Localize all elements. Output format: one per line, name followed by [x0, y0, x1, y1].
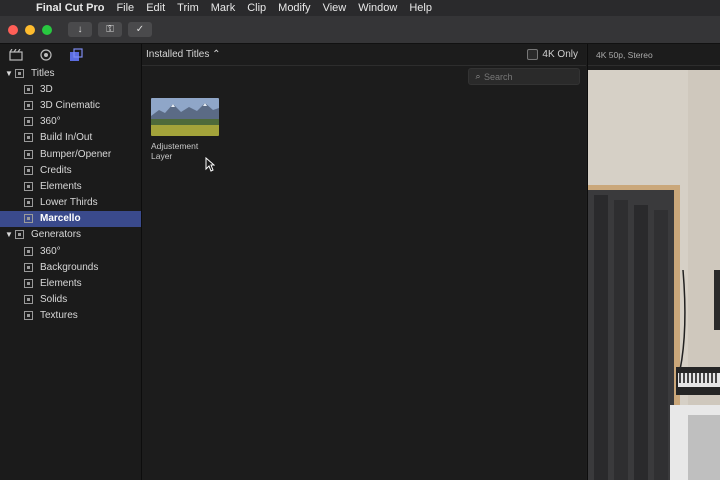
import-button[interactable]: ↓: [68, 22, 92, 37]
checkmark-icon: ✓: [135, 24, 145, 35]
sidebar-item-3d[interactable]: 3D: [0, 81, 141, 97]
sidebar-item-label: Solids: [40, 294, 68, 306]
key-icon: ⚿: [106, 24, 114, 35]
format-label: 4K 50p, Stereo: [596, 49, 653, 60]
sidebar-group-label: Titles: [31, 67, 55, 79]
menu-clip[interactable]: Clip: [241, 2, 272, 14]
viewer-header: 4K 50p, Stereo: [588, 44, 720, 66]
category-icon: [24, 165, 33, 175]
sidebar-item-label: Textures: [40, 310, 78, 322]
sidebar-item-label: 360°: [40, 245, 61, 257]
category-icon: [24, 295, 33, 305]
zoom-button[interactable]: [42, 24, 52, 35]
installed-titles-label: Installed Titles: [146, 49, 210, 60]
sidebar-item-label: Elements: [40, 278, 82, 290]
menu-mark[interactable]: Mark: [205, 2, 241, 14]
library-icon[interactable]: [8, 48, 24, 62]
adjustment-layer-thumbnail[interactable]: [151, 98, 219, 136]
titles-browser: Installed Titles ⌃ 4K Only ⌕ Search Adju…: [142, 44, 586, 480]
sidebar-item-label: 360°: [40, 116, 61, 128]
sidebar: ▼ Titles 3D 3D Cinematic 360° Build In/O…: [0, 44, 142, 480]
category-icon: [24, 133, 33, 143]
window-toolbar: ↓ ⚿ ✓: [0, 16, 720, 44]
sidebar-item-label: Lower Thirds: [40, 197, 98, 209]
close-button[interactable]: [8, 24, 18, 35]
search-field[interactable]: ⌕ Search: [468, 68, 580, 85]
adjustment-layer-label: Adjustement Layer: [151, 141, 231, 161]
disclosure-triangle-icon[interactable]: ▼: [3, 69, 15, 78]
menu-trim[interactable]: Trim: [171, 2, 205, 14]
sidebar-item-label: Build In/Out: [40, 132, 93, 144]
sidebar-item-label: Bumper/Opener: [40, 148, 112, 160]
photos-audio-icon[interactable]: [38, 48, 54, 62]
sidebar-item-textures[interactable]: Textures: [0, 308, 141, 324]
menu-file[interactable]: File: [110, 2, 140, 14]
sidebar-item-label: Marcello: [40, 213, 81, 225]
menu-bar: Final Cut Pro File Edit Trim Mark Clip M…: [0, 0, 720, 16]
sidebar-group-label: Generators: [31, 229, 82, 241]
menu-app-name[interactable]: Final Cut Pro: [30, 2, 110, 14]
sidebar-item-credits[interactable]: Credits: [0, 162, 141, 178]
sidebar-item-label: Backgrounds: [40, 261, 99, 273]
category-icon: [24, 262, 33, 272]
titles-folder-icon: [15, 68, 24, 78]
sidebar-item-label: 3D Cinematic: [40, 99, 101, 111]
menu-view[interactable]: View: [317, 2, 353, 14]
generators-folder-icon: [15, 230, 24, 240]
minimize-button[interactable]: [25, 24, 35, 35]
sidebar-group-generators[interactable]: ▼ Generators: [0, 227, 141, 243]
category-icon: [24, 181, 33, 191]
category-icon: [24, 117, 33, 127]
video-frame[interactable]: [588, 70, 720, 480]
sidebar-item-elements[interactable]: Elements: [0, 178, 141, 194]
sidebar-item-label: Elements: [40, 180, 82, 192]
import-icon: ↓: [77, 24, 83, 35]
menu-modify[interactable]: Modify: [272, 2, 316, 14]
sidebar-tabs: [0, 44, 141, 65]
menu-help[interactable]: Help: [403, 2, 438, 14]
clip-label-line1: Adjustement: [151, 141, 199, 151]
search-icon: ⌕: [475, 71, 481, 81]
window-controls: [8, 24, 52, 35]
search-row: ⌕ Search: [142, 66, 586, 86]
sidebar-item-lower-thirds[interactable]: Lower Thirds: [0, 195, 141, 211]
sidebar-item-label: 3D: [40, 83, 53, 95]
category-icon: [24, 100, 33, 110]
clip-label-line2: Layer: [151, 151, 173, 161]
sidebar-item-label: Credits: [40, 164, 72, 176]
keywords-button[interactable]: ⚿: [98, 22, 122, 37]
titles-generators-icon[interactable]: [68, 47, 84, 62]
checkbox-icon[interactable]: [527, 49, 539, 60]
viewer: 4K 50p, Stereo: [587, 44, 720, 480]
sidebar-item-marcello[interactable]: Marcello: [0, 210, 141, 227]
category-icon: [24, 214, 33, 224]
sidebar-item-generator-360[interactable]: 360°: [0, 243, 141, 259]
sidebar-item-3d-cinematic[interactable]: 3D Cinematic: [0, 97, 141, 113]
4k-only-checkbox[interactable]: 4K Only: [527, 49, 578, 60]
category-icon: [24, 311, 33, 321]
menu-window[interactable]: Window: [352, 2, 403, 14]
sidebar-item-build-in-out[interactable]: Build In/Out: [0, 130, 141, 146]
category-icon: [24, 279, 33, 289]
sidebar-item-360[interactable]: 360°: [0, 114, 141, 130]
category-icon: [24, 149, 33, 159]
sidebar-item-bumper-opener[interactable]: Bumper/Opener: [0, 146, 141, 162]
sidebar-item-generator-elements[interactable]: Elements: [0, 275, 141, 291]
category-icon: [24, 84, 33, 94]
sidebar-item-backgrounds[interactable]: Backgrounds: [0, 259, 141, 275]
menu-edit[interactable]: Edit: [140, 2, 171, 14]
up-down-chevron-icon: ⌃: [212, 49, 221, 60]
disclosure-triangle-icon[interactable]: ▼: [3, 230, 15, 239]
browser-header: Installed Titles ⌃ 4K Only: [142, 44, 586, 66]
sidebar-group-titles[interactable]: ▼ Titles: [0, 65, 141, 81]
installed-titles-menu[interactable]: Installed Titles ⌃: [146, 49, 221, 60]
background-tasks-button[interactable]: ✓: [128, 22, 152, 37]
4k-only-label: 4K Only: [542, 49, 578, 60]
category-icon: [24, 246, 33, 256]
mouse-pointer-icon: [205, 156, 216, 177]
category-icon: [24, 198, 33, 208]
sidebar-item-solids[interactable]: Solids: [0, 292, 141, 308]
search-placeholder[interactable]: Search: [484, 72, 513, 82]
